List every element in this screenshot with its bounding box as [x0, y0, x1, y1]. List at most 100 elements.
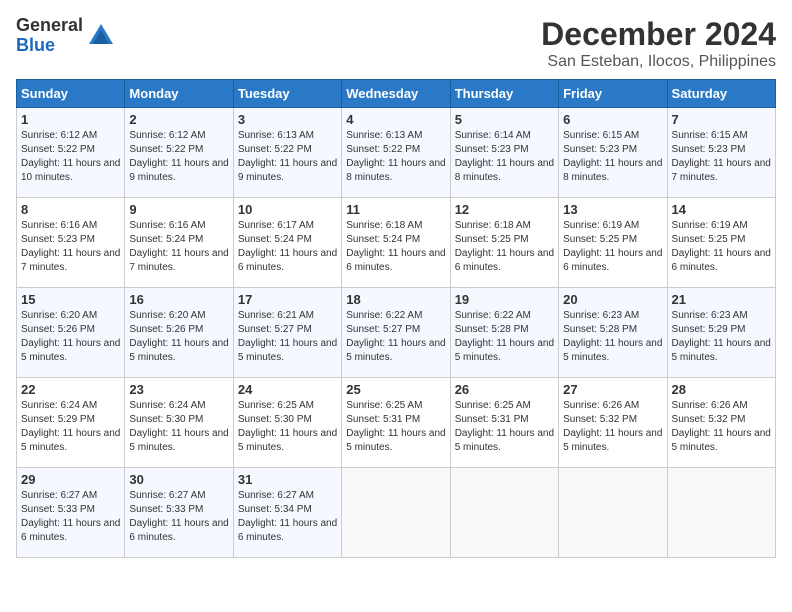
sunset-label: Sunset: 5:28 PM [563, 324, 637, 335]
day-info: Sunrise: 6:12 AM Sunset: 5:22 PM Dayligh… [129, 129, 228, 185]
sunrise-label: Sunrise: 6:20 AM [129, 310, 205, 321]
sunrise-label: Sunrise: 6:20 AM [21, 310, 97, 321]
sunrise-label: Sunrise: 6:17 AM [238, 220, 314, 231]
sunset-label: Sunset: 5:30 PM [129, 414, 203, 425]
sunset-label: Sunset: 5:27 PM [346, 324, 420, 335]
sunrise-label: Sunrise: 6:25 AM [346, 400, 422, 411]
calendar-cell: 7 Sunrise: 6:15 AM Sunset: 5:23 PM Dayli… [667, 108, 775, 198]
daylight-label: Daylight: 11 hours and 7 minutes. [129, 248, 228, 273]
daylight-label: Daylight: 11 hours and 5 minutes. [129, 338, 228, 363]
day-number: 13 [563, 202, 662, 217]
daylight-label: Daylight: 11 hours and 6 minutes. [563, 248, 662, 273]
sunset-label: Sunset: 5:33 PM [129, 504, 203, 515]
sunrise-label: Sunrise: 6:22 AM [346, 310, 422, 321]
daylight-label: Daylight: 11 hours and 6 minutes. [129, 518, 228, 543]
sunrise-label: Sunrise: 6:16 AM [129, 220, 205, 231]
sunset-label: Sunset: 5:22 PM [346, 144, 420, 155]
sunrise-label: Sunrise: 6:27 AM [21, 490, 97, 501]
day-info: Sunrise: 6:25 AM Sunset: 5:30 PM Dayligh… [238, 399, 337, 455]
header-day-monday: Monday [125, 80, 233, 108]
day-number: 21 [672, 292, 771, 307]
header-day-thursday: Thursday [450, 80, 558, 108]
sunrise-label: Sunrise: 6:12 AM [129, 130, 205, 141]
day-number: 22 [21, 382, 120, 397]
daylight-label: Daylight: 11 hours and 5 minutes. [21, 428, 120, 453]
day-number: 2 [129, 112, 228, 127]
daylight-label: Daylight: 11 hours and 8 minutes. [563, 158, 662, 183]
day-number: 24 [238, 382, 337, 397]
week-row-1: 1 Sunrise: 6:12 AM Sunset: 5:22 PM Dayli… [17, 108, 776, 198]
daylight-label: Daylight: 11 hours and 7 minutes. [21, 248, 120, 273]
day-number: 31 [238, 472, 337, 487]
day-number: 5 [455, 112, 554, 127]
daylight-label: Daylight: 11 hours and 5 minutes. [346, 428, 445, 453]
day-number: 7 [672, 112, 771, 127]
sunrise-label: Sunrise: 6:22 AM [455, 310, 531, 321]
calendar-cell: 29 Sunrise: 6:27 AM Sunset: 5:33 PM Dayl… [17, 468, 125, 558]
sunset-label: Sunset: 5:31 PM [346, 414, 420, 425]
calendar-cell: 4 Sunrise: 6:13 AM Sunset: 5:22 PM Dayli… [342, 108, 450, 198]
calendar-cell [450, 468, 558, 558]
sunset-label: Sunset: 5:24 PM [238, 234, 312, 245]
week-row-5: 29 Sunrise: 6:27 AM Sunset: 5:33 PM Dayl… [17, 468, 776, 558]
sunrise-label: Sunrise: 6:19 AM [563, 220, 639, 231]
sunrise-label: Sunrise: 6:25 AM [455, 400, 531, 411]
day-number: 9 [129, 202, 228, 217]
day-number: 27 [563, 382, 662, 397]
calendar-cell: 22 Sunrise: 6:24 AM Sunset: 5:29 PM Dayl… [17, 378, 125, 468]
day-number: 29 [21, 472, 120, 487]
sunset-label: Sunset: 5:31 PM [455, 414, 529, 425]
sunset-label: Sunset: 5:27 PM [238, 324, 312, 335]
sunset-label: Sunset: 5:23 PM [455, 144, 529, 155]
day-info: Sunrise: 6:16 AM Sunset: 5:24 PM Dayligh… [129, 219, 228, 275]
day-number: 15 [21, 292, 120, 307]
sunrise-label: Sunrise: 6:15 AM [563, 130, 639, 141]
logo-icon [85, 20, 117, 52]
calendar-cell: 3 Sunrise: 6:13 AM Sunset: 5:22 PM Dayli… [233, 108, 341, 198]
daylight-label: Daylight: 11 hours and 6 minutes. [238, 248, 337, 273]
day-number: 20 [563, 292, 662, 307]
daylight-label: Daylight: 11 hours and 6 minutes. [346, 248, 445, 273]
daylight-label: Daylight: 11 hours and 9 minutes. [129, 158, 228, 183]
day-info: Sunrise: 6:16 AM Sunset: 5:23 PM Dayligh… [21, 219, 120, 275]
header-day-tuesday: Tuesday [233, 80, 341, 108]
day-info: Sunrise: 6:23 AM Sunset: 5:28 PM Dayligh… [563, 309, 662, 365]
logo-general-text: General [16, 16, 83, 36]
page-header: General Blue December 2024 San Esteban, … [16, 16, 776, 71]
day-number: 28 [672, 382, 771, 397]
week-row-4: 22 Sunrise: 6:24 AM Sunset: 5:29 PM Dayl… [17, 378, 776, 468]
daylight-label: Daylight: 11 hours and 5 minutes. [21, 338, 120, 363]
sunrise-label: Sunrise: 6:27 AM [238, 490, 314, 501]
daylight-label: Daylight: 11 hours and 5 minutes. [563, 338, 662, 363]
calendar-cell: 20 Sunrise: 6:23 AM Sunset: 5:28 PM Dayl… [559, 288, 667, 378]
sunrise-label: Sunrise: 6:24 AM [129, 400, 205, 411]
sunset-label: Sunset: 5:34 PM [238, 504, 312, 515]
calendar-cell: 2 Sunrise: 6:12 AM Sunset: 5:22 PM Dayli… [125, 108, 233, 198]
calendar-cell: 1 Sunrise: 6:12 AM Sunset: 5:22 PM Dayli… [17, 108, 125, 198]
daylight-label: Daylight: 11 hours and 5 minutes. [346, 338, 445, 363]
sunset-label: Sunset: 5:24 PM [129, 234, 203, 245]
calendar-cell: 10 Sunrise: 6:17 AM Sunset: 5:24 PM Dayl… [233, 198, 341, 288]
calendar-cell: 13 Sunrise: 6:19 AM Sunset: 5:25 PM Dayl… [559, 198, 667, 288]
sunset-label: Sunset: 5:22 PM [238, 144, 312, 155]
day-info: Sunrise: 6:27 AM Sunset: 5:34 PM Dayligh… [238, 489, 337, 545]
day-info: Sunrise: 6:13 AM Sunset: 5:22 PM Dayligh… [238, 129, 337, 185]
calendar-cell: 5 Sunrise: 6:14 AM Sunset: 5:23 PM Dayli… [450, 108, 558, 198]
day-info: Sunrise: 6:14 AM Sunset: 5:23 PM Dayligh… [455, 129, 554, 185]
sunrise-label: Sunrise: 6:25 AM [238, 400, 314, 411]
sunrise-label: Sunrise: 6:23 AM [563, 310, 639, 321]
daylight-label: Daylight: 11 hours and 5 minutes. [455, 428, 554, 453]
daylight-label: Daylight: 11 hours and 8 minutes. [346, 158, 445, 183]
sunrise-label: Sunrise: 6:18 AM [346, 220, 422, 231]
sunrise-label: Sunrise: 6:27 AM [129, 490, 205, 501]
day-info: Sunrise: 6:25 AM Sunset: 5:31 PM Dayligh… [346, 399, 445, 455]
calendar-cell [559, 468, 667, 558]
sunset-label: Sunset: 5:23 PM [563, 144, 637, 155]
calendar-cell [342, 468, 450, 558]
day-number: 26 [455, 382, 554, 397]
calendar-cell: 19 Sunrise: 6:22 AM Sunset: 5:28 PM Dayl… [450, 288, 558, 378]
day-number: 1 [21, 112, 120, 127]
day-info: Sunrise: 6:26 AM Sunset: 5:32 PM Dayligh… [672, 399, 771, 455]
sunrise-label: Sunrise: 6:14 AM [455, 130, 531, 141]
day-number: 23 [129, 382, 228, 397]
